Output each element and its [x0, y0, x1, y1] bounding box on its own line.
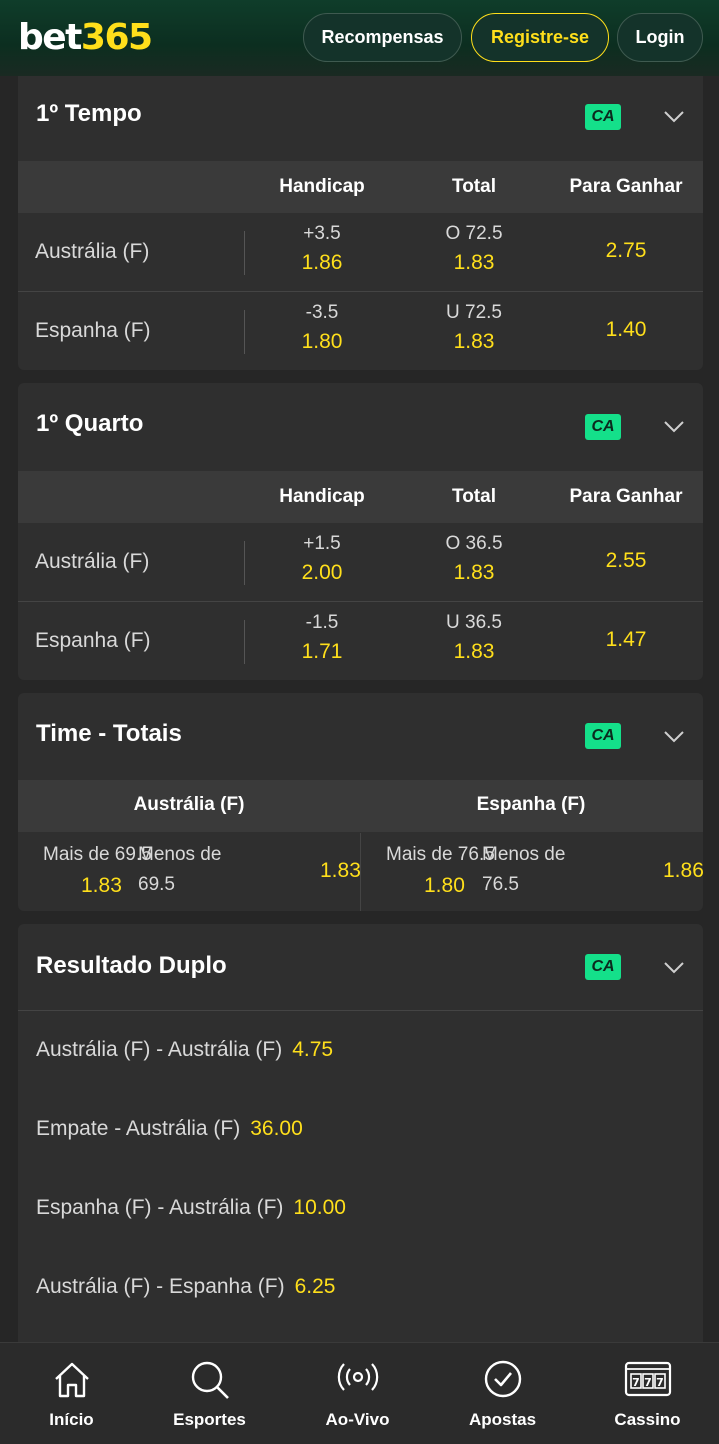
handicap-odd-button[interactable]: -3.5 1.80: [252, 302, 392, 354]
team-name: Espanha (F): [35, 319, 151, 342]
nav-casino[interactable]: 7 7 7 Cassino: [576, 1343, 719, 1444]
to-win-odd-button[interactable]: 2.55: [556, 549, 696, 573]
home-icon: [54, 1362, 89, 1398]
market-title: 1º Tempo: [36, 100, 142, 127]
chevron-down-icon[interactable]: [663, 730, 685, 744]
svg-text:7: 7: [656, 1376, 664, 1389]
col-handicap: Handicap: [279, 176, 365, 197]
divider: [18, 1010, 703, 1011]
rewards-button[interactable]: Recompensas: [303, 13, 462, 62]
double-result-option[interactable]: Austrália (F) - Espanha (F) 6.25: [36, 1275, 335, 1299]
market-title: Time - Totais: [36, 720, 182, 747]
chevron-down-icon[interactable]: [663, 961, 685, 975]
svg-text:7: 7: [644, 1376, 652, 1389]
ca-badge: CA: [585, 954, 621, 980]
ca-badge: CA: [585, 104, 621, 130]
team-totals-header: Austrália (F) Espanha (F): [18, 780, 703, 832]
market-team-totals: Time - Totais CA Austrália (F) Espanha (…: [18, 693, 703, 911]
nav-live[interactable]: Ao-Vivo: [286, 1343, 429, 1444]
double-result-option[interactable]: Austrália (F) - Austrália (F) 4.75: [36, 1038, 333, 1062]
ca-badge: CA: [585, 414, 621, 440]
market-first-half: 1º Tempo CA Handicap Total Para Ganhar A…: [18, 76, 703, 370]
team-header-australia: Austrália (F): [133, 794, 245, 815]
total-odd-button[interactable]: O 36.5 1.83: [404, 533, 544, 585]
login-button[interactable]: Login: [617, 13, 703, 62]
double-result-option[interactable]: Espanha (F) - Austrália (F) 10.00: [36, 1196, 346, 1220]
register-button[interactable]: Registre-se: [471, 13, 609, 62]
divider: [244, 541, 245, 585]
ca-badge: CA: [585, 723, 621, 749]
check-icon: [484, 1360, 521, 1398]
table-row: Austrália (F) +1.5 2.00 O 36.5 1.83 2.55: [18, 523, 703, 602]
table-row: Espanha (F) -3.5 1.80 U 72.5 1.83 1.40: [18, 291, 703, 370]
total-odd-button[interactable]: U 72.5 1.83: [404, 302, 544, 354]
slots-icon: 7 7 7: [624, 1361, 671, 1397]
market-double-result: Resultado Duplo CA Austrália (F) - Austr…: [18, 924, 703, 1344]
divider: [244, 310, 245, 354]
bottom-nav: Início Esportes Ao-Vivo Apostas 7 7 7 Ca…: [0, 1342, 719, 1444]
divider: [244, 231, 245, 275]
to-win-odd-button[interactable]: 2.75: [556, 239, 696, 263]
nav-sports[interactable]: Esportes: [138, 1343, 281, 1444]
divider: [244, 620, 245, 664]
team-name: Austrália (F): [35, 550, 150, 573]
handicap-odd-button[interactable]: +1.5 2.00: [252, 533, 392, 585]
column-header: Handicap Total Para Ganhar: [18, 161, 703, 213]
market-title: 1º Quarto: [36, 410, 144, 437]
double-result-option[interactable]: Empate - Austrália (F) 36.00: [36, 1117, 303, 1141]
handicap-odd-button[interactable]: +3.5 1.86: [252, 223, 392, 275]
col-to-win: Para Ganhar: [569, 486, 683, 507]
to-win-odd-button[interactable]: 1.47: [556, 628, 696, 652]
team-header-spain: Espanha (F): [476, 794, 586, 815]
table-row: Espanha (F) -1.5 1.71 U 36.5 1.83 1.47: [18, 601, 703, 680]
column-header: Handicap Total Para Ganhar: [18, 471, 703, 523]
total-odd-button[interactable]: O 72.5 1.83: [404, 223, 544, 275]
total-odd-button[interactable]: U 36.5 1.83: [404, 612, 544, 664]
nav-home[interactable]: Início: [0, 1343, 143, 1444]
search-icon: [191, 1361, 229, 1399]
chevron-down-icon[interactable]: [663, 110, 685, 124]
market-title: Resultado Duplo: [36, 952, 227, 979]
col-to-win: Para Ganhar: [569, 176, 683, 197]
chevron-down-icon[interactable]: [663, 420, 685, 434]
team-name: Espanha (F): [35, 629, 151, 652]
col-total: Total: [452, 176, 496, 197]
top-bar: bet365 Recompensas Registre-se Login: [0, 0, 719, 76]
live-icon: [337, 1363, 378, 1391]
market-first-quarter: 1º Quarto CA Handicap Total Para Ganhar …: [18, 383, 703, 680]
bet365-logo[interactable]: bet365: [18, 16, 153, 60]
col-handicap: Handicap: [279, 486, 365, 507]
table-row: Austrália (F) +3.5 1.86 O 72.5 1.83 2.75: [18, 213, 703, 292]
svg-text:7: 7: [632, 1376, 640, 1389]
handicap-odd-button[interactable]: -1.5 1.71: [252, 612, 392, 664]
col-total: Total: [452, 486, 496, 507]
nav-bets[interactable]: Apostas: [431, 1343, 574, 1444]
to-win-odd-button[interactable]: 1.40: [556, 318, 696, 342]
team-name: Austrália (F): [35, 240, 150, 263]
